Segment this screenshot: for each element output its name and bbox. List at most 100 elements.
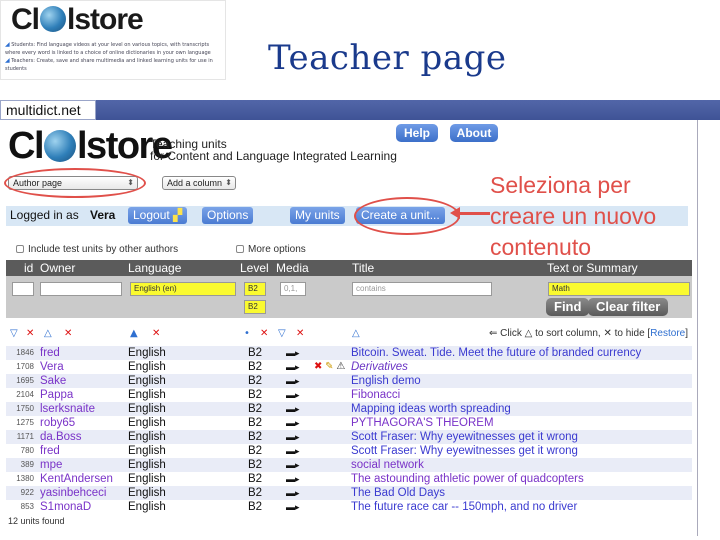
unit-title-link[interactable]: Scott Fraser: Why eyewitnesses get it wr…	[351, 430, 696, 444]
col-media[interactable]: Media	[276, 261, 309, 275]
unit-owner: fred	[40, 445, 60, 457]
unit-title-link[interactable]: PYTHAGORA'S THEOREM	[351, 416, 696, 430]
table-row[interactable]: 1750 lserksnaite English B2 ▬▸ Mapping ideas …	[6, 402, 692, 416]
table-row[interactable]: 1380 KentAndersen English B2 ▬▸ The astoundin…	[6, 472, 692, 486]
sort-level-icon[interactable]: •	[244, 328, 250, 339]
video-icon: ▬▸	[286, 446, 300, 456]
more-options-checkbox[interactable]	[236, 245, 244, 253]
unit-language: English	[128, 403, 166, 415]
table-row[interactable]: 389 mpe English B2 ▬▸ social network	[6, 458, 692, 472]
unit-language: English	[128, 501, 166, 513]
unit-title-link[interactable]: English demo	[351, 374, 696, 388]
unit-language: English	[128, 361, 166, 373]
unit-title-link[interactable]: The Bad Old Days	[351, 486, 696, 500]
video-icon: ▬▸	[286, 474, 300, 484]
table-row[interactable]: 922 yasinbehceci English B2 ▬▸ The Bad Old Da…	[6, 486, 692, 500]
unit-level: B2	[248, 403, 263, 415]
language-filter[interactable]: English (en)	[130, 282, 236, 296]
sort-owner-icon[interactable]: △	[44, 328, 52, 339]
sort-controls: ▽ ✕ △ ✕ ▲ ✕ • ✕ ▽ ✕ △ ⇐ Click △ to sort …	[6, 326, 692, 344]
sort-media-icon[interactable]: ▽	[278, 328, 286, 339]
unit-level: B2	[248, 389, 263, 401]
sort-title-icon[interactable]: △	[352, 328, 360, 339]
table-row[interactable]: 1695 Sake English B2 ▬▸ English demo	[6, 374, 692, 388]
more-options-option[interactable]: More options	[236, 244, 306, 255]
unit-title-link[interactable]: Fibonacci	[351, 388, 696, 402]
table-row[interactable]: 2104 Pappa English B2 ▬▸ Fibonacci	[6, 388, 692, 402]
unit-id: 922	[20, 488, 34, 497]
hide-owner-icon[interactable]: ✕	[64, 328, 72, 339]
unit-owner: Pappa	[40, 389, 74, 401]
unit-id: 1275	[16, 418, 34, 427]
unit-title-link[interactable]: The future race car -- 150mph, and no dr…	[351, 500, 696, 514]
clear-filter-button[interactable]: Clear filter	[588, 298, 669, 316]
options-button[interactable]: Options	[202, 207, 254, 224]
unit-owner: da.Boss	[40, 431, 82, 443]
clilstore-logo-card: Cl lstore ◢ Students: Find language video…	[0, 0, 226, 80]
clilstore-logo[interactable]: Cl lstore	[8, 126, 173, 166]
unit-title-link[interactable]: Bitcoin. Sweat. Tide. Meet the future of…	[351, 346, 696, 360]
unit-level: B2	[248, 459, 263, 471]
unit-level: B2	[248, 501, 263, 513]
video-icon: ▬▸	[286, 376, 300, 386]
col-level[interactable]: Level	[240, 261, 269, 275]
table-row[interactable]: 1275 roby65 English B2 ▬▸ PYTHAGORA'S THEOREM	[6, 416, 692, 430]
col-id[interactable]: id	[24, 261, 33, 275]
unit-level: B2	[248, 487, 263, 499]
unit-id: 1380	[16, 474, 34, 483]
restore-link[interactable]: Restore	[650, 328, 685, 339]
my-units-button[interactable]: My units	[290, 207, 345, 224]
video-icon: ▬▸	[286, 404, 300, 414]
owner-filter[interactable]	[40, 282, 122, 296]
id-filter[interactable]	[12, 282, 34, 296]
title-filter[interactable]: contains	[352, 282, 492, 296]
add-column-select[interactable]: Add a column ⬍	[162, 176, 236, 190]
table-row[interactable]: 780 fred English B2 ▬▸ Scott Fraser: Why eyew…	[6, 444, 692, 458]
browser-site-label: multidict.net	[0, 100, 96, 120]
delete-icon[interactable]: ✖	[314, 361, 322, 372]
level-min-filter[interactable]: B2	[244, 282, 266, 296]
unit-language: English	[128, 487, 166, 499]
video-icon: ▬▸	[286, 390, 300, 400]
unit-owner: S1monaD	[40, 501, 92, 513]
unit-title-link[interactable]: Derivatives	[351, 360, 696, 374]
media-filter[interactable]: 0,1,	[280, 282, 306, 296]
unit-id: 1171	[16, 432, 34, 441]
text-filter[interactable]: Math	[548, 282, 690, 296]
level-max-filter[interactable]: B2	[244, 300, 266, 314]
highlight-ring-create-unit	[354, 197, 460, 235]
include-test-checkbox[interactable]	[16, 245, 24, 253]
col-title[interactable]: Title	[352, 261, 374, 275]
hide-language-icon[interactable]: ✕	[152, 328, 160, 339]
hide-media-icon[interactable]: ✕	[296, 328, 304, 339]
col-language[interactable]: Language	[128, 261, 181, 275]
col-text[interactable]: Text or Summary	[547, 261, 638, 275]
include-test-option[interactable]: Include test units by other authors	[16, 244, 178, 255]
unit-title-link[interactable]: social network	[351, 458, 696, 472]
unit-title-link[interactable]: Mapping ideas worth spreading	[351, 402, 696, 416]
video-icon: ▬▸	[286, 460, 300, 470]
table-row[interactable]: 1708 Vera English B2 ▬▸ ✖ ✎ ⚠ Derivatives	[6, 360, 692, 374]
unit-title-link[interactable]: The astounding athletic power of quadcop…	[351, 472, 696, 486]
hide-id-icon[interactable]: ✕	[26, 328, 34, 339]
logout-button[interactable]: Logout ▞	[128, 207, 188, 224]
hide-level-icon[interactable]: ✕	[260, 328, 268, 339]
filter-row: English (en) B2 B2 0,1, contains Math Fi…	[6, 276, 692, 318]
about-button[interactable]: About	[450, 124, 498, 142]
tagline: Teaching units for Content and Language …	[150, 137, 397, 163]
edit-delete-icons[interactable]: ✖ ✎ ⚠	[314, 360, 354, 374]
edit-icon[interactable]: ✎	[325, 361, 333, 372]
unit-language: English	[128, 459, 166, 471]
table-row[interactable]: 853 S1monaD English B2 ▬▸ The future race car…	[6, 500, 692, 514]
unit-id: 2104	[16, 390, 34, 399]
sort-language-icon[interactable]: ▲	[130, 328, 138, 339]
table-row[interactable]: 1846 fred English B2 ▬▸ Bitcoin. Sweat. Tide.…	[6, 346, 692, 360]
sort-id-icon[interactable]: ▽	[10, 328, 18, 339]
select-caret-icon: ⬍	[225, 178, 232, 187]
find-button[interactable]: Find	[546, 298, 590, 316]
table-row[interactable]: 1171 da.Boss English B2 ▬▸ Scott Fraser: Why …	[6, 430, 692, 444]
help-button[interactable]: Help	[396, 124, 438, 142]
unit-owner: yasinbehceci	[40, 487, 107, 499]
col-owner[interactable]: Owner	[40, 261, 75, 275]
unit-title-link[interactable]: Scott Fraser: Why eyewitnesses get it wr…	[351, 444, 696, 458]
